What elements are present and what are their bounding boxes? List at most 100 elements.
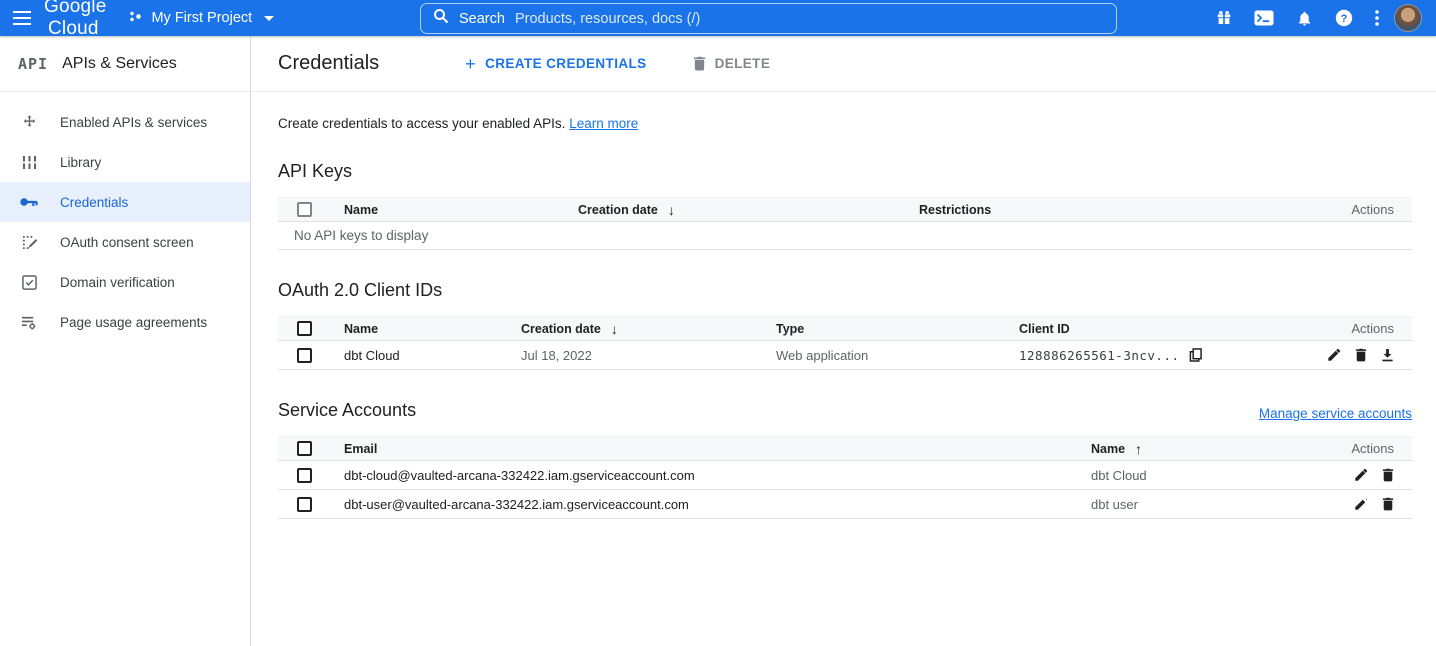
row-checkbox[interactable] — [297, 468, 312, 483]
project-name: My First Project — [151, 10, 252, 26]
client-id-value: 128886265561-3ncv... — [1019, 348, 1180, 363]
top-navigation-bar: GoogleCloud My First Project Search Prod… — [0, 0, 1436, 36]
row-actions — [1302, 468, 1412, 482]
select-all-checkbox[interactable] — [297, 321, 312, 336]
api-keys-table: Name Creation date ↓ Restrictions Action… — [278, 197, 1412, 250]
notifications-bell-icon[interactable] — [1284, 0, 1324, 36]
service-account-name: dbt user — [1091, 497, 1302, 512]
column-header-restrictions: Restrictions — [919, 203, 1302, 217]
manage-service-accounts-link[interactable]: Manage service accounts — [1259, 406, 1412, 421]
service-account-email: dbt-cloud@vaulted-arcana-332422.iam.gser… — [344, 468, 1091, 483]
column-header-creation-date[interactable]: Creation date ↓ — [578, 202, 919, 218]
api-keys-section-header: API Keys — [278, 161, 1412, 182]
service-accounts-title: Service Accounts — [278, 400, 416, 421]
sort-desc-icon: ↓ — [611, 321, 618, 337]
service-accounts-section-header: Service Accounts Manage service accounts — [278, 400, 1412, 421]
column-header-email: Email — [344, 442, 1091, 456]
row-checkbox[interactable] — [297, 348, 312, 363]
sidebar-item-library[interactable]: Library — [0, 142, 250, 182]
sidebar-item-page-usage[interactable]: Page usage agreements — [0, 302, 250, 342]
search-placeholder: Products, resources, docs (/) — [515, 11, 700, 27]
page-title: Credentials — [278, 52, 379, 75]
project-selector[interactable]: My First Project — [128, 9, 274, 28]
service-accounts-table: Email Name ↑ Actions dbt-cloud@vaulted-a… — [278, 436, 1412, 519]
sidebar-item-enabled-apis[interactable]: Enabled APIs & services — [0, 102, 250, 142]
cloud-shell-icon[interactable] — [1244, 0, 1284, 36]
oauth-title: OAuth 2.0 Client IDs — [278, 280, 442, 301]
service-accounts-table-header: Email Name ↑ Actions — [278, 436, 1412, 461]
delete-button[interactable]: DELETE — [693, 56, 771, 71]
menu-icon[interactable] — [0, 0, 44, 36]
column-header-name: Name — [344, 203, 578, 217]
column-header-creation-date[interactable]: Creation date ↓ — [521, 321, 776, 337]
svg-text:?: ? — [1341, 13, 1348, 25]
help-icon[interactable]: ? — [1324, 0, 1364, 36]
sidebar-item-domain-verification[interactable]: Domain verification — [0, 262, 250, 302]
select-all-checkbox[interactable] — [297, 202, 312, 217]
column-header-name[interactable]: Name ↑ — [1091, 441, 1302, 457]
plus-icon: + — [465, 55, 476, 73]
edit-icon[interactable] — [1354, 497, 1368, 511]
learn-more-link[interactable]: Learn more — [569, 116, 638, 131]
trash-icon[interactable] — [1355, 348, 1367, 362]
sidebar-nav: Enabled APIs & services Library Credenti… — [0, 92, 250, 342]
select-all-checkbox[interactable] — [297, 441, 312, 456]
service-account-row: dbt-user@vaulted-arcana-332422.iam.gserv… — [278, 490, 1412, 519]
chevron-down-icon — [264, 16, 274, 21]
intro-text: Create credentials to access your enable… — [278, 116, 1412, 131]
row-checkbox[interactable] — [297, 497, 312, 512]
oauth-section-header: OAuth 2.0 Client IDs — [278, 280, 1412, 301]
row-actions — [1302, 497, 1412, 511]
copy-icon[interactable] — [1189, 348, 1202, 362]
sidebar: API APIs & Services Enabled APIs & servi… — [0, 36, 251, 646]
create-credentials-button[interactable]: + CREATE CREDENTIALS — [465, 55, 646, 73]
domain-verification-icon — [20, 275, 38, 290]
sort-asc-icon: ↑ — [1135, 441, 1142, 457]
sidebar-title: APIs & Services — [62, 55, 177, 73]
page-usage-agreements-icon — [20, 315, 38, 330]
trash-icon[interactable] — [1382, 497, 1394, 511]
library-icon — [20, 155, 38, 170]
oauth-consent-icon — [20, 235, 38, 250]
column-header-name: Name — [344, 322, 521, 336]
edit-icon[interactable] — [1327, 348, 1341, 362]
sidebar-item-label: OAuth consent screen — [60, 235, 194, 250]
oauth-client-name: dbt Cloud — [344, 348, 521, 363]
api-keys-table-header: Name Creation date ↓ Restrictions Action… — [278, 197, 1412, 222]
column-header-actions: Actions — [1302, 321, 1412, 336]
sidebar-item-label: Page usage agreements — [60, 315, 207, 330]
api-product-icon: API — [18, 55, 48, 73]
download-icon[interactable] — [1381, 348, 1394, 362]
service-account-name: dbt Cloud — [1091, 468, 1302, 483]
oauth-table-header: Name Creation date ↓ Type Client ID Acti… — [278, 316, 1412, 341]
more-options-icon[interactable] — [1364, 0, 1390, 36]
edit-icon[interactable] — [1354, 468, 1368, 482]
sidebar-item-oauth-consent[interactable]: OAuth consent screen — [0, 222, 250, 262]
column-header-actions: Actions — [1302, 441, 1412, 456]
search-label: Search — [459, 11, 505, 27]
sidebar-item-credentials[interactable]: Credentials — [0, 182, 250, 222]
trash-icon[interactable] — [1382, 468, 1394, 482]
service-account-email: dbt-user@vaulted-arcana-332422.iam.gserv… — [344, 497, 1091, 512]
api-keys-empty-message: No API keys to display — [278, 222, 1412, 250]
sort-desc-icon: ↓ — [668, 202, 675, 218]
oauth-table: Name Creation date ↓ Type Client ID Acti… — [278, 316, 1412, 370]
main-content: Credentials + CREATE CREDENTIALS DELETE … — [252, 36, 1436, 646]
search-input[interactable]: Search Products, resources, docs (/) — [420, 3, 1117, 34]
sidebar-item-label: Library — [60, 155, 101, 170]
gift-icon[interactable] — [1204, 0, 1244, 36]
search-icon — [433, 8, 449, 29]
sidebar-item-label: Domain verification — [60, 275, 175, 290]
oauth-client-row: dbt Cloud Jul 18, 2022 Web application 1… — [278, 341, 1412, 370]
api-keys-title: API Keys — [278, 161, 352, 182]
row-actions — [1302, 348, 1412, 362]
oauth-client-creation-date: Jul 18, 2022 — [521, 348, 776, 363]
user-avatar[interactable] — [1394, 4, 1422, 32]
google-cloud-logo[interactable]: GoogleCloud — [44, 0, 106, 40]
service-account-row: dbt-cloud@vaulted-arcana-332422.iam.gser… — [278, 461, 1412, 490]
project-icon — [128, 9, 143, 28]
page-header: Credentials + CREATE CREDENTIALS DELETE — [252, 36, 1436, 92]
enabled-apis-icon — [20, 114, 38, 131]
column-header-client-id: Client ID — [1019, 322, 1302, 336]
oauth-client-type: Web application — [776, 348, 1019, 363]
